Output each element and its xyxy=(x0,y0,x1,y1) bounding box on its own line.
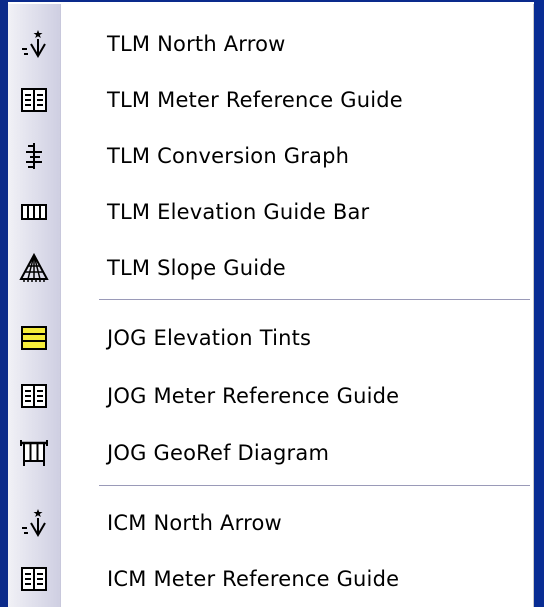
menu-item-tlm-slope-guide[interactable]: TLM Slope Guide xyxy=(8,240,534,296)
menu-item-tlm-north-arrow[interactable]: TLM North Arrow xyxy=(8,16,534,72)
north-arrow-icon xyxy=(16,505,52,541)
menu-item-icm-north-arrow[interactable]: ICM North Arrow xyxy=(8,495,534,551)
menu-separator xyxy=(99,485,530,487)
menu-item-tlm-elevation-guide-bar[interactable]: TLM Elevation Guide Bar xyxy=(8,184,534,240)
conversion-graph-icon xyxy=(16,138,52,174)
elevation-guide-bar-icon xyxy=(16,194,52,230)
menu-item-label: TLM Conversion Graph xyxy=(107,144,350,168)
meter-reference-icon xyxy=(16,82,52,118)
menu-item-label: TLM Meter Reference Guide xyxy=(107,88,403,112)
menu-item-tlm-conversion-graph[interactable]: TLM Conversion Graph xyxy=(8,128,534,184)
meter-reference-icon xyxy=(16,378,52,414)
menu-item-label: TLM North Arrow xyxy=(107,32,286,56)
menu-item-label: JOG GeoRef Diagram xyxy=(107,441,330,465)
georef-diagram-icon xyxy=(16,435,52,471)
menu-item-icm-meter-reference-guide[interactable]: ICM Meter Reference Guide xyxy=(8,551,534,607)
menu-item-label: JOG Meter Reference Guide xyxy=(107,384,400,408)
menu-item-label: JOG Elevation Tints xyxy=(107,326,312,350)
menu-item-label: ICM North Arrow xyxy=(107,511,282,535)
menu-item-jog-georef-diagram[interactable]: JOG GeoRef Diagram xyxy=(8,425,534,481)
menu-item-label: TLM Slope Guide xyxy=(107,256,286,280)
meter-reference-icon xyxy=(16,561,52,597)
window-edge-right xyxy=(534,0,544,607)
menu-item-tlm-meter-reference-guide[interactable]: TLM Meter Reference Guide xyxy=(8,72,534,128)
slope-guide-icon xyxy=(16,250,52,286)
menu-separator xyxy=(99,299,530,301)
menu-item-label: TLM Elevation Guide Bar xyxy=(107,200,370,224)
elevation-tints-icon xyxy=(16,320,52,356)
menu-item-jog-elevation-tints[interactable]: JOG Elevation Tints xyxy=(8,310,534,366)
menu-item-jog-meter-reference-guide[interactable]: JOG Meter Reference Guide xyxy=(8,368,534,424)
context-menu: TLM North Arrow TLM Meter Reference Guid… xyxy=(8,0,534,607)
window-edge-left xyxy=(0,0,8,607)
north-arrow-icon xyxy=(16,26,52,62)
menu-top-edge xyxy=(8,0,534,4)
menu-item-label: ICM Meter Reference Guide xyxy=(107,567,400,591)
